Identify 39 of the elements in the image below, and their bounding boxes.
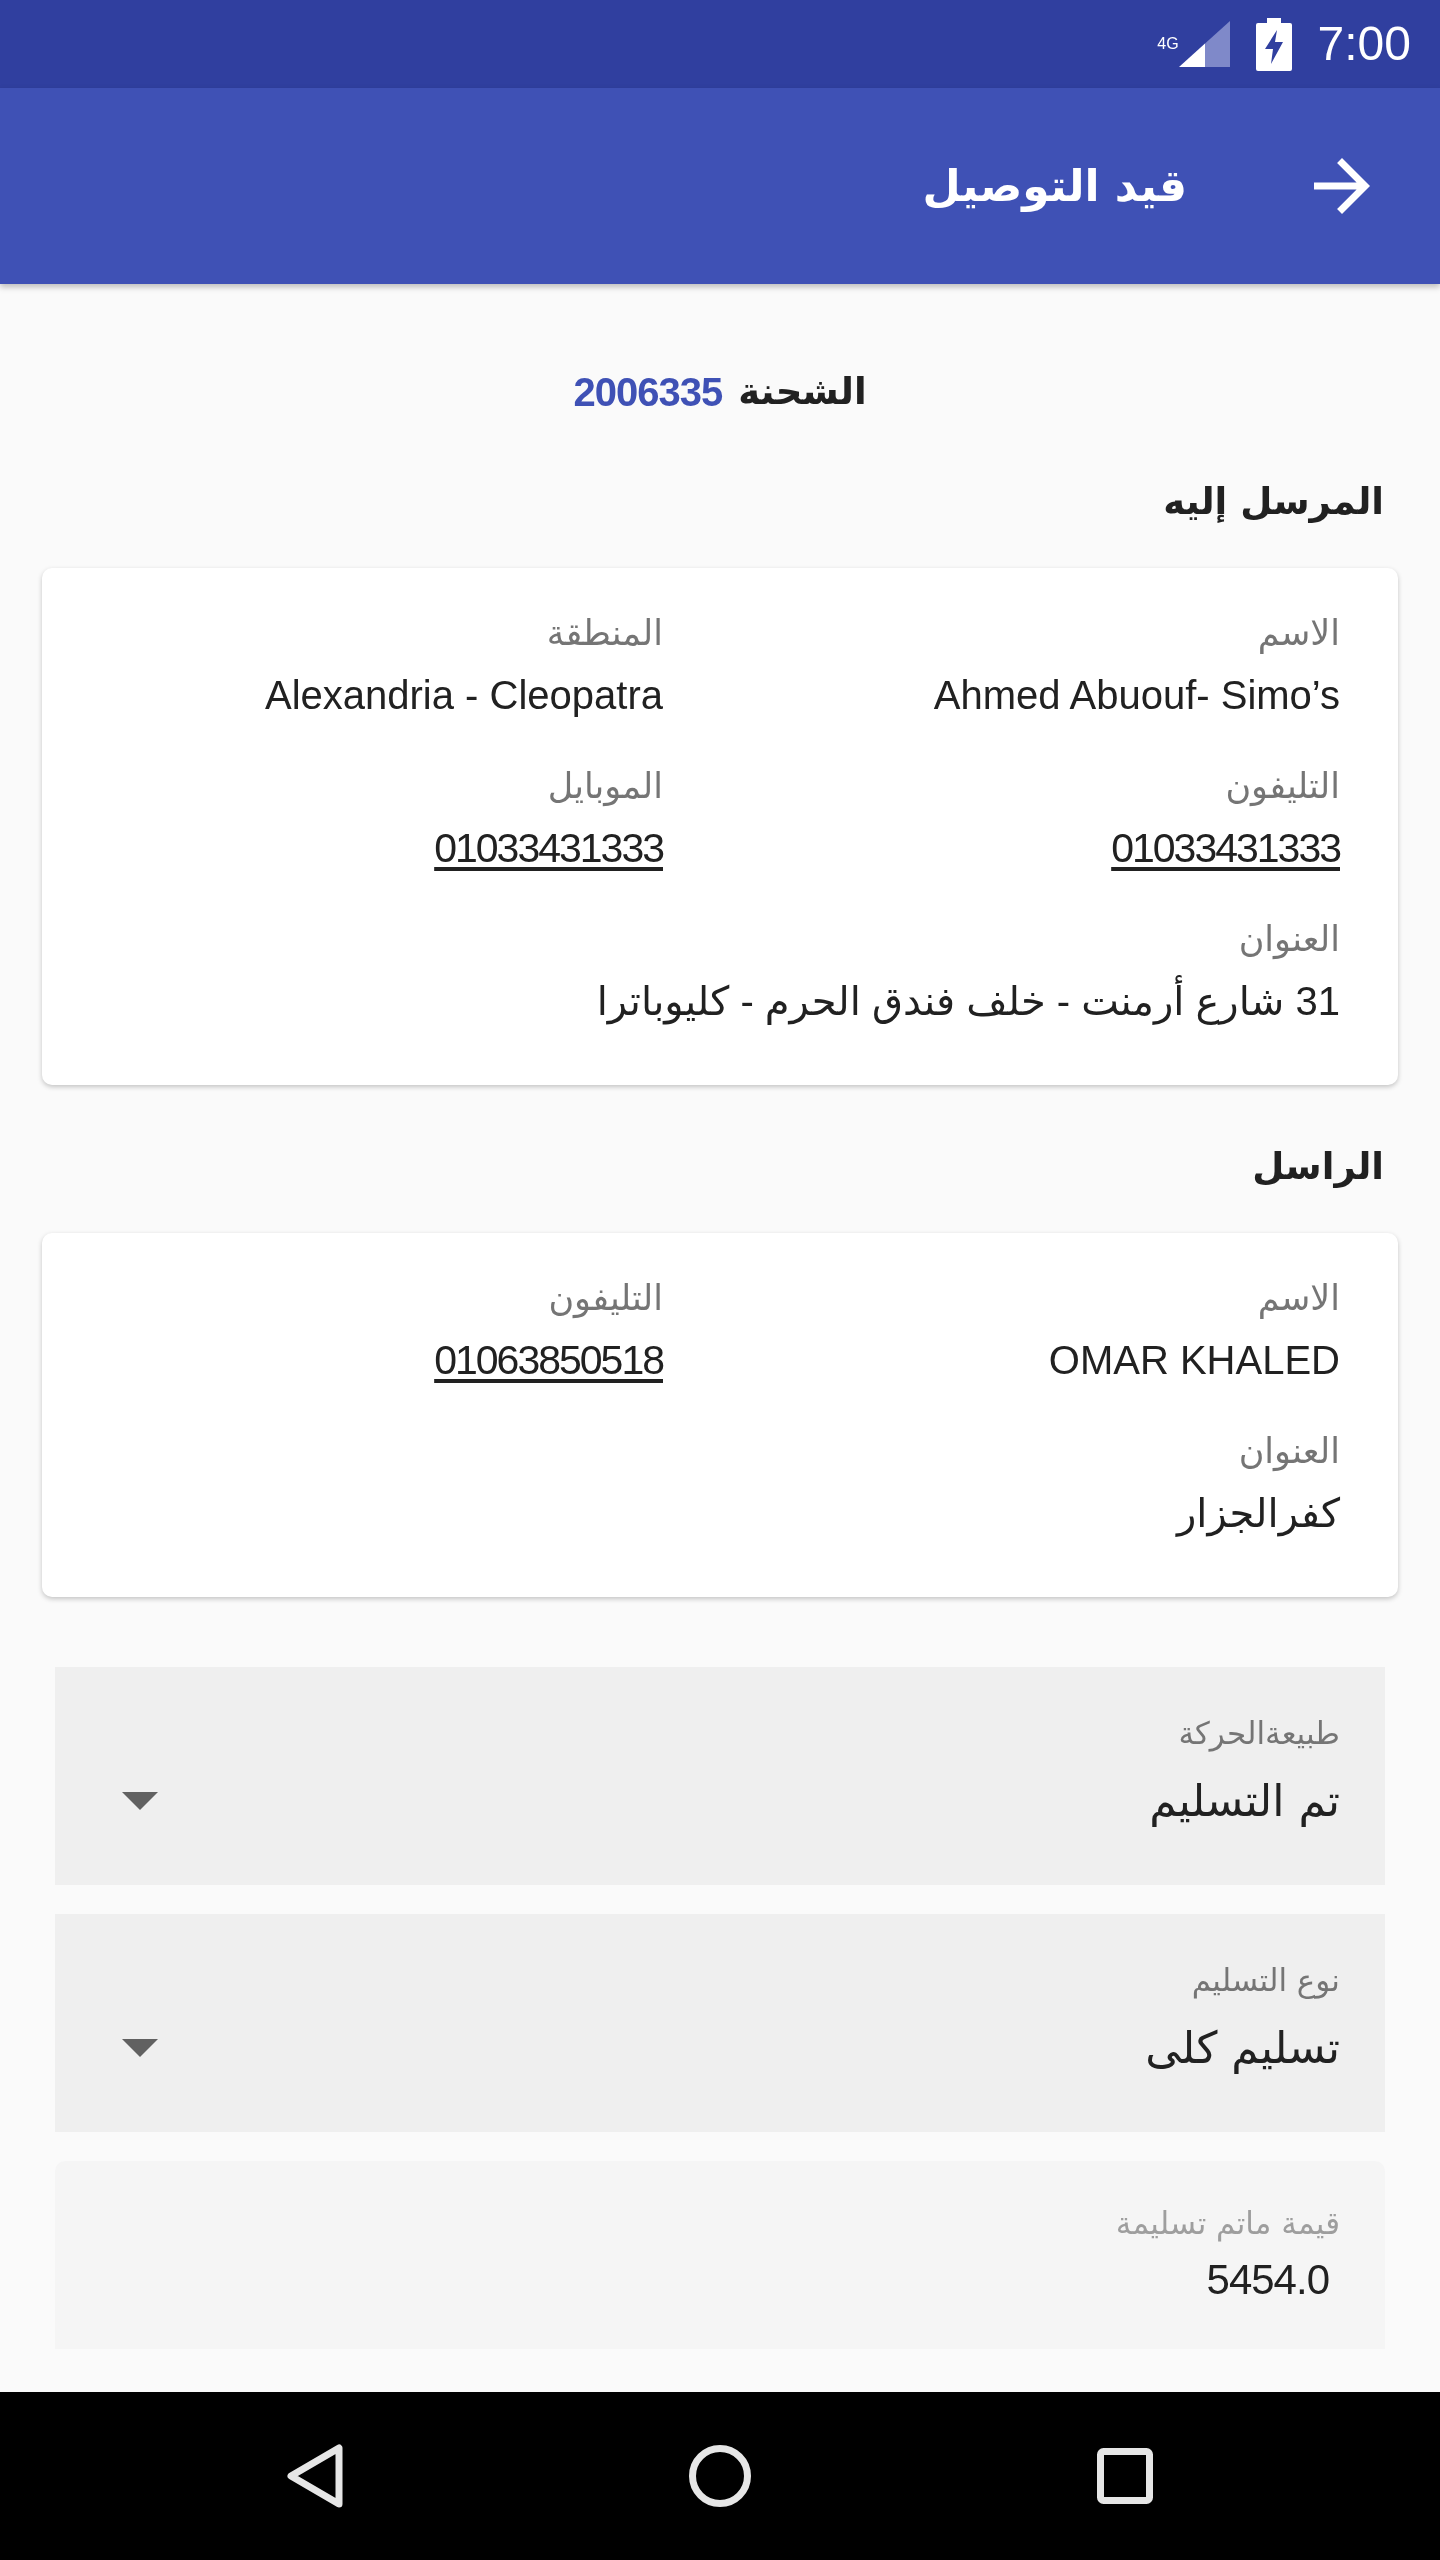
dropdown-label: طبيعةالحركة (1178, 1714, 1340, 1754)
section-heading: المرسل إليه (1163, 479, 1384, 525)
recents-square-icon[interactable] (1097, 2448, 1153, 2504)
dropdown-value: تم التسليم (1149, 1774, 1340, 1829)
section-heading: الراسل (1252, 1144, 1384, 1190)
field-value: Alexandria - Cleopatra (265, 672, 663, 719)
dropdown-value: تسليم كلى (1145, 2021, 1340, 2076)
battery-charging-icon (1255, 17, 1292, 71)
field-label: المنطقة (546, 612, 663, 655)
address-text: كفرالجزار (1177, 1490, 1340, 1538)
field-label: التليفون (1225, 765, 1340, 809)
field-label: قيمة ماتم تسليمة (1115, 2204, 1340, 2244)
field-value: OMAR KHALED (1048, 1337, 1340, 1384)
phone-link[interactable]: 01063850518 (434, 1335, 663, 1385)
field-label: الموبايل (547, 765, 663, 809)
shipment-label: الشحنة (738, 369, 867, 415)
field-label: العنوان (1238, 918, 1340, 962)
shipment-number: 2006335 (573, 369, 723, 416)
dropdown[interactable]: طبيعةالحركة تم التسليم (55, 1667, 1385, 1885)
field-label: الاسم (1257, 612, 1340, 656)
back-arrow-icon[interactable] (1314, 158, 1370, 214)
home-circle-icon[interactable] (689, 2445, 751, 2507)
caret-icon (122, 1792, 158, 1810)
screen-title: قيد التوصيل (922, 159, 1187, 214)
signal-icon (1178, 21, 1230, 67)
address-text: 31 شارع أرمنت - خلف فندق الحرم - كليوباترا (596, 976, 1340, 1026)
field-label: التليفون (548, 1277, 663, 1321)
caret-icon (122, 2039, 158, 2057)
dropdown-label: نوع التسليم (1191, 1961, 1340, 2001)
field-value: 5454.0 (1206, 2255, 1329, 2305)
status-time: 7:00 (1317, 16, 1411, 72)
dropdown[interactable]: نوع التسليم تسليم كلى (55, 1914, 1385, 2132)
back-triangle-icon[interactable] (287, 2444, 343, 2508)
network-type: 4G (1157, 35, 1179, 53)
phone-link[interactable]: 01033431333 (434, 823, 663, 873)
field-value: Ahmed Abuouf- Simo’s (933, 672, 1340, 719)
phone-link[interactable]: 01033431333 (1111, 823, 1340, 873)
field-label: العنوان (1238, 1430, 1340, 1474)
field-label: الاسم (1257, 1277, 1340, 1321)
